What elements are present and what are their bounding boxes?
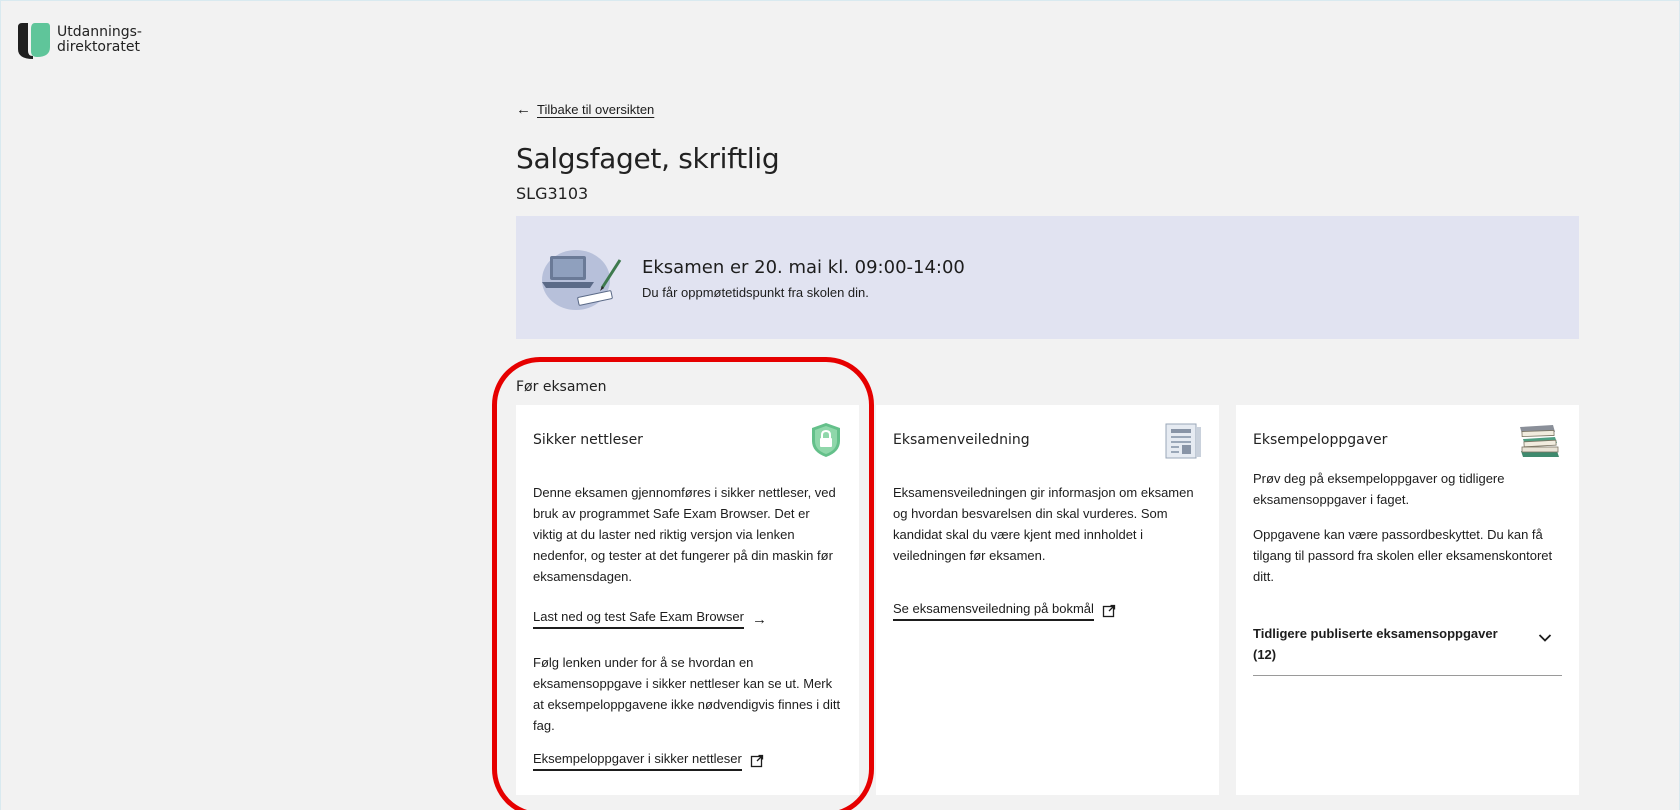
card-description: Prøv deg på eksempeloppgaver og tidliger… (1253, 471, 1505, 507)
card-secure-browser: Sikker nettleser Denne eksamen gjennomfø… (516, 405, 859, 795)
exam-date-banner: Eksamen er 20. mai kl. 09:00-14:00 Du få… (516, 216, 1579, 339)
shield-lock-icon (812, 423, 840, 457)
subject-code: SLG3103 (516, 184, 589, 203)
example-tasks-seb-link-label: Eksempeloppgaver i sikker nettleser (533, 751, 742, 771)
arrow-left-icon: ← (516, 101, 531, 118)
card-description: Eksamensveiledningen gir informasjon om … (893, 485, 1194, 563)
laptop-illustration-icon (542, 250, 622, 310)
card-description-2: Følg lenken under for å se hvordan en ek… (533, 655, 841, 733)
exam-date-title: Eksamen er 20. mai kl. 09:00-14:00 (642, 257, 965, 278)
exam-date-subtitle: Du får oppmøtetidspunkt fra skolen din. (642, 285, 869, 300)
accordion-label: Tidligere publiserte eksamensoppgaver (1… (1253, 626, 1498, 662)
external-link-icon (1102, 604, 1116, 618)
card-description-2: Oppgavene kan være passordbeskyttet. Du … (1253, 527, 1553, 584)
chevron-down-icon (1538, 634, 1552, 642)
logo-wordmark[interactable]: Utdannings- direktoratet (57, 25, 142, 55)
card-title: Eksamenveiledning (893, 432, 1030, 448)
download-seb-link[interactable]: Last ned og test Safe Exam Browser → (533, 609, 767, 629)
card-title: Eksempeloppgaver (1253, 432, 1388, 448)
external-link-icon (750, 754, 763, 768)
udir-logo-icon[interactable] (17, 21, 51, 59)
document-icon (1165, 423, 1201, 459)
arrow-right-icon: → (752, 610, 767, 628)
back-link-label: Tilbake til oversikten (537, 102, 655, 117)
previous-exams-accordion[interactable]: Tidligere publiserte eksamensoppgaver (1… (1253, 623, 1562, 676)
section-label-before-exam: Før eksamen (516, 379, 607, 395)
site-header: Utdannings- direktoratet (17, 21, 142, 59)
download-seb-link-label: Last ned og test Safe Exam Browser (533, 609, 744, 629)
example-tasks-seb-link[interactable]: Eksempeloppgaver i sikker nettleser (533, 751, 764, 771)
page-title: Salgsfaget, skriftlig (516, 142, 780, 175)
card-description: Denne eksamen gjennomføres i sikker nett… (533, 485, 836, 584)
back-link[interactable]: ← Tilbake til oversikten (516, 101, 654, 118)
exam-guide-link-label: Se eksamensveiledning på bokmål (893, 601, 1094, 621)
books-icon (1520, 425, 1559, 457)
card-exam-guide: Eksamenveiledning Eksamensveiledningen g… (876, 405, 1219, 795)
logo-line-1: Utdannings- (57, 24, 142, 40)
card-title: Sikker nettleser (533, 432, 643, 448)
card-example-tasks: Eksempeloppgaver Prøv deg på eksempelopp… (1236, 405, 1579, 795)
logo-line-2: direktoratet (57, 39, 140, 55)
exam-guide-bokmal-link[interactable]: Se eksamensveiledning på bokmål (893, 601, 1116, 621)
